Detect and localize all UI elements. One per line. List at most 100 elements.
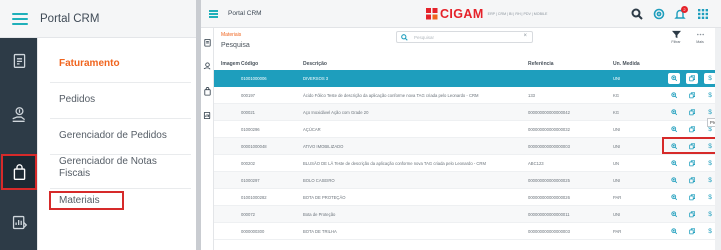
- money-hand-icon[interactable]: [7, 102, 31, 126]
- cell-unit: UN: [613, 161, 620, 166]
- portal-side-rail: [0, 38, 37, 250]
- table-row[interactable]: 000197 Ácido Fólico Teste de descrição da…: [214, 87, 721, 104]
- doc-chart-icon[interactable]: [7, 210, 31, 234]
- search-global-icon[interactable]: [630, 7, 644, 21]
- cell-reference: 000000000000000025: [528, 178, 570, 183]
- menu-item-gerenciador-notas[interactable]: Gerenciador de Notas: [59, 156, 157, 167]
- clipboard-icon[interactable]: [203, 34, 212, 47]
- logo-text: CIGAM: [440, 7, 484, 21]
- table-row[interactable]: 000021 Aço Inoxidável Ação com Grade 20 00…: [214, 104, 721, 121]
- view-details-button[interactable]: [668, 90, 680, 101]
- copy-icon: [689, 194, 695, 201]
- money-hand-icon[interactable]: [203, 58, 212, 70]
- bag-icon[interactable]: [7, 160, 31, 184]
- zoom-icon: [671, 92, 677, 99]
- table-row[interactable]: 000072 Bota de Proteção 000000000000000011…: [214, 206, 721, 223]
- copy-button[interactable]: [686, 124, 698, 135]
- copy-button[interactable]: [686, 175, 698, 186]
- view-details-button[interactable]: [668, 73, 680, 84]
- hamburger-menu-icon[interactable]: [209, 10, 218, 18]
- view-details-button[interactable]: [668, 226, 680, 237]
- cell-description: ATIVO IMOBILIZADO: [303, 144, 344, 149]
- bell-icon[interactable]: 2: [673, 6, 688, 21]
- menu-item-gerenciador-pedidos[interactable]: Gerenciador de Pedidos: [59, 130, 167, 141]
- filter-button[interactable]: Filtrar: [665, 30, 687, 52]
- view-details-button[interactable]: [668, 124, 680, 135]
- breadcrumb[interactable]: Materiais: [221, 32, 241, 38]
- menu-divider: [50, 188, 191, 189]
- table-row[interactable]: 000202 BLUSÃO DE LÃ Teste de descrição da…: [214, 155, 721, 172]
- portal-title: Portal CRM: [40, 13, 100, 25]
- cigam-logo: CIGAM ERP | CRM | BI | RH | PDV | MOBILE: [426, 7, 547, 21]
- zoom-icon: [671, 194, 677, 201]
- gear-icon[interactable]: [652, 7, 666, 21]
- cell-description: Bota de Proteção: [303, 212, 336, 217]
- cell-description: BLUSÃO DE LÃ Teste de descrição da aplic…: [303, 161, 486, 166]
- copy-button[interactable]: [686, 209, 698, 220]
- cell-reference: 000000000000000032: [528, 127, 570, 132]
- bag-icon[interactable]: [203, 83, 212, 96]
- table-row[interactable]: 01000296 AÇÚCAR 000000000000000032 UNI $: [214, 121, 721, 138]
- copy-button[interactable]: [686, 192, 698, 203]
- view-details-button[interactable]: [668, 158, 680, 169]
- column-header-unit[interactable]: Un. Medida: [613, 61, 640, 67]
- cell-unit: PAR: [613, 229, 622, 234]
- cell-description: Aço Inoxidável Ação com Grade 20: [303, 110, 369, 115]
- cell-unit: KG: [613, 93, 620, 98]
- zoom-icon: [671, 126, 677, 133]
- copy-icon: [689, 160, 695, 167]
- copy-button[interactable]: [686, 158, 698, 169]
- menu-divider: [50, 154, 191, 155]
- clipboard-icon[interactable]: [7, 48, 31, 72]
- more-button[interactable]: Mais: [689, 30, 711, 52]
- zoom-icon: [671, 177, 677, 184]
- app-window: Portal CRM CIGAM ERP | CRM | BI | RH | P…: [201, 0, 721, 250]
- menu-item-faturamento[interactable]: Faturamento: [59, 58, 120, 69]
- table-row[interactable]: 01001000006 DIVERSOS 3 UNI $: [214, 70, 721, 87]
- hamburger-menu-icon[interactable]: [12, 13, 28, 25]
- cell-unit: UNI: [613, 127, 621, 132]
- cell-description: BOLO CASEIRO: [303, 178, 335, 183]
- app-side-rail: [201, 28, 214, 250]
- cell-code: 01000296: [241, 127, 260, 132]
- view-details-button[interactable]: [668, 175, 680, 186]
- table-row[interactable]: 0000000300 BOTA DE TRILHA 0000000000000000…: [214, 223, 721, 240]
- vertical-scrollbar[interactable]: [715, 28, 721, 250]
- cell-code: 01001000282: [241, 195, 267, 200]
- table-row[interactable]: 01001000282 BOTA DE PROTEÇÃO 0000000000000…: [214, 189, 721, 206]
- cell-code: 000197: [241, 93, 255, 98]
- copy-button[interactable]: [686, 73, 698, 84]
- table-row[interactable]: 01000297 BOLO CASEIRO 000000000000000025 UN…: [214, 172, 721, 189]
- more-dots-icon: [696, 33, 704, 36]
- copy-button[interactable]: [686, 90, 698, 101]
- view-details-button[interactable]: [668, 209, 680, 220]
- search-input[interactable]: Pesquisar ×: [396, 31, 533, 43]
- cell-reference: 000000000000000003: [528, 144, 570, 149]
- cell-reference: 133: [528, 93, 535, 98]
- copy-button[interactable]: [686, 226, 698, 237]
- copy-button[interactable]: [686, 107, 698, 118]
- view-details-button[interactable]: [668, 107, 680, 118]
- apps-grid-icon[interactable]: [696, 7, 710, 21]
- cell-unit: UNI: [613, 178, 621, 183]
- column-header-image[interactable]: Imagem: [221, 61, 240, 67]
- menu-item-gerenciador-notas-line2[interactable]: Fiscais: [59, 168, 90, 179]
- cell-code: 00001000048: [241, 144, 267, 149]
- cell-code: 0000000300: [241, 229, 265, 234]
- column-header-description[interactable]: Descrição: [303, 61, 327, 67]
- doc-chart-icon[interactable]: [203, 107, 212, 120]
- search-icon: [401, 34, 408, 41]
- copy-icon: [689, 177, 695, 184]
- column-header-code[interactable]: Código: [241, 61, 258, 67]
- table-header: Imagem Código Descrição Referência Un. M…: [214, 58, 721, 69]
- clear-search-icon[interactable]: ×: [523, 33, 527, 39]
- materiais-highlight-box: [49, 191, 124, 210]
- view-details-button[interactable]: [668, 192, 680, 203]
- cell-description: BOTA DE PROTEÇÃO: [303, 195, 346, 200]
- menu-item-pedidos[interactable]: Pedidos: [59, 94, 95, 105]
- table-row[interactable]: 00001000048 ATIVO IMOBILIZADO 000000000000…: [214, 138, 721, 155]
- cell-code: 000021: [241, 110, 255, 115]
- column-header-reference[interactable]: Referência: [528, 61, 554, 67]
- portal-panel: Portal CRM Faturamento Pedidos Gerenciad…: [0, 0, 196, 250]
- cell-reference: 000000000000000042: [528, 110, 570, 115]
